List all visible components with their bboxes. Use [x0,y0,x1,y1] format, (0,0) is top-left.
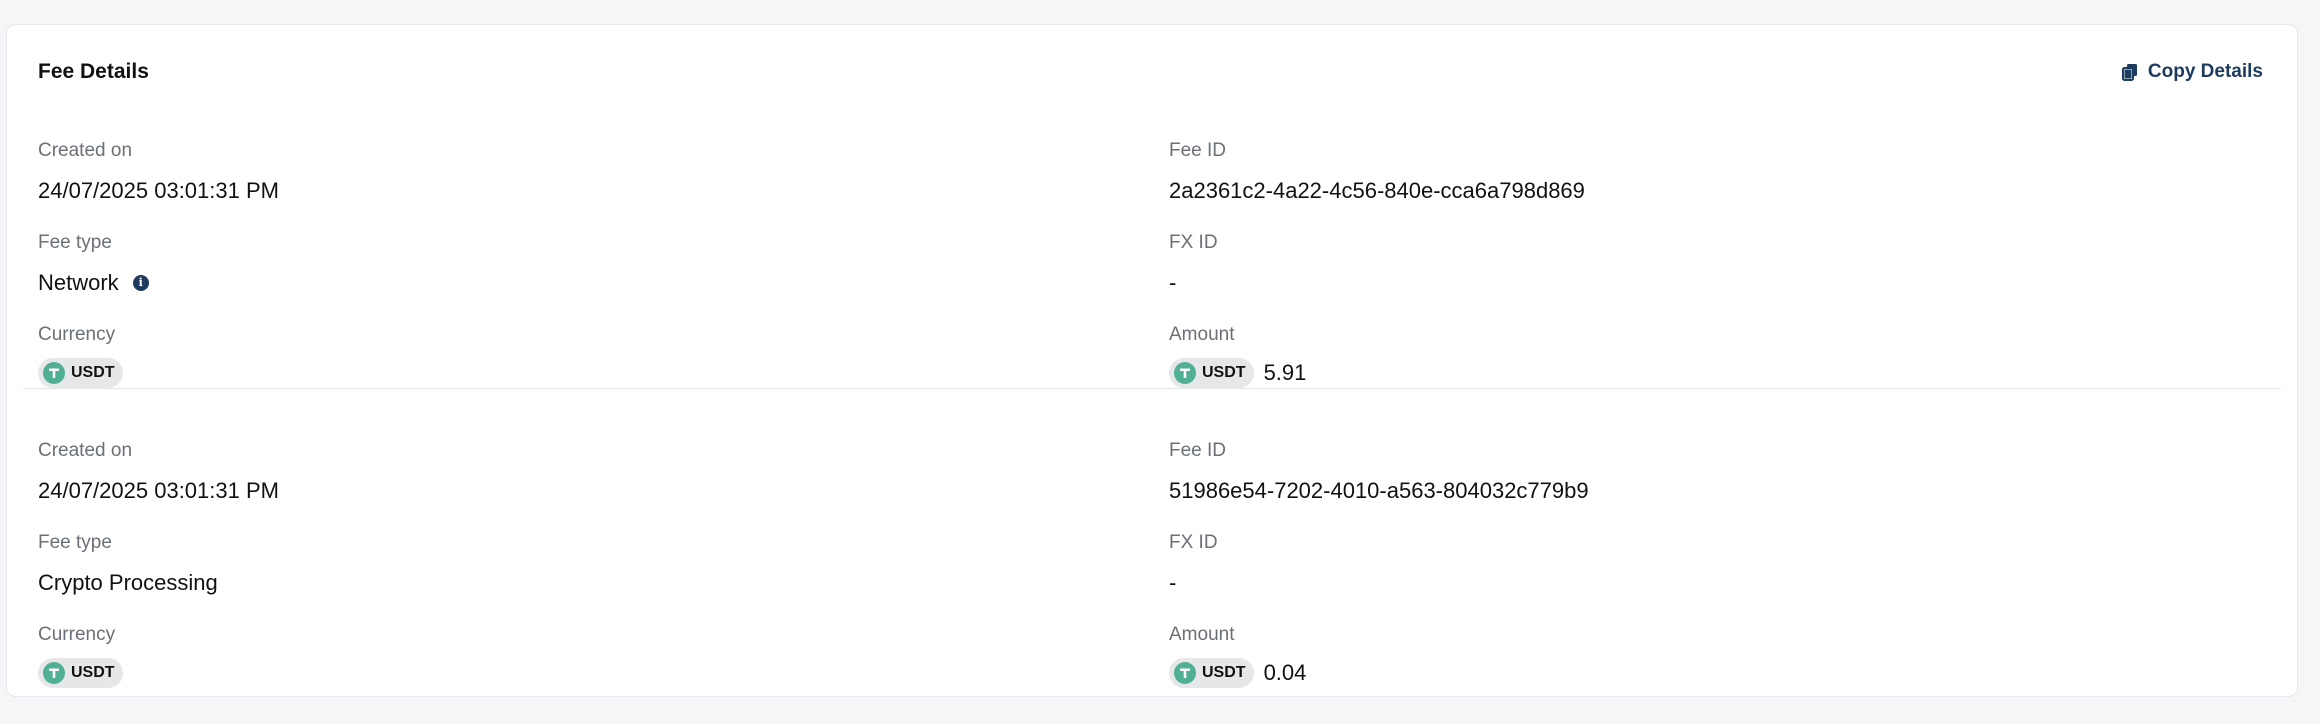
currency-field: Currency USDT [38,624,123,688]
tether-icon [43,362,65,384]
currency-label: Currency [38,624,116,645]
fee-type-value: Network [38,270,119,295]
fx-id-field: FX ID - [1169,232,1218,296]
fee-details-card: Fee Details Copy Details Created on 24/0… [6,24,2298,697]
fx-id-value: - [1169,570,1177,595]
card-header: Fee Details Copy Details [7,25,2297,97]
created-on-label: Created on [38,440,133,461]
created-on-value: 24/07/2025 03:01:31 PM [38,178,279,203]
fx-id-label: FX ID [1169,532,1218,553]
currency-badge: USDT [38,358,123,388]
fee-id-field: Fee ID 2a2361c2-4a22-4c56-840e-cca6a798d… [1169,140,1585,204]
amount-currency-badge: USDT [1169,658,1254,688]
amount-value: 5.91 [1263,360,1307,385]
amount-label: Amount [1169,324,1235,345]
currency-badge: USDT [38,658,123,688]
page-title: Fee Details [38,60,149,83]
amount-currency-code: USDT [1202,664,1246,681]
fx-id-value: - [1169,270,1177,295]
created-on-field: Created on 24/07/2025 03:01:31 PM [38,140,279,204]
currency-code: USDT [71,664,115,681]
amount-label: Amount [1169,624,1235,645]
created-on-value: 24/07/2025 03:01:31 PM [38,478,279,503]
fee-id-value: 51986e54-7202-4010-a563-804032c779b9 [1169,478,1589,503]
fee-type-row: Crypto Processing [38,570,218,596]
fx-id-label: FX ID [1169,232,1218,253]
fee-divider [23,388,2281,389]
copy-icon [2121,63,2138,81]
fee-item: Created on 24/07/2025 03:01:31 PM Fee ID… [7,97,2297,397]
currency-label: Currency [38,324,116,345]
tether-icon [1174,362,1196,384]
copy-details-label: Copy Details [2147,61,2263,82]
tether-icon [43,662,65,684]
created-on-field: Created on 24/07/2025 03:01:31 PM [38,440,279,504]
currency-code: USDT [71,364,115,381]
amount-row: USDT 0.04 [1169,658,1306,688]
info-icon[interactable]: i [132,275,149,291]
currency-row: USDT [38,358,123,388]
fee-type-field: Fee type Crypto Processing [38,532,218,596]
created-on-label: Created on [38,140,133,161]
fee-item: Created on 24/07/2025 03:01:31 PM Fee ID… [7,397,2297,697]
copy-details-button[interactable]: Copy Details [2121,61,2263,83]
amount-value: 0.04 [1263,660,1307,685]
tether-icon [1174,662,1196,684]
fee-type-label: Fee type [38,532,112,553]
fee-id-value: 2a2361c2-4a22-4c56-840e-cca6a798d869 [1169,178,1585,203]
fee-id-label: Fee ID [1169,440,1227,461]
amount-row: USDT 5.91 [1169,358,1306,388]
fee-type-field: Fee type Network i [38,232,149,296]
amount-field: Amount USDT 5.91 [1169,324,1306,388]
amount-currency-code: USDT [1202,364,1246,381]
amount-currency-badge: USDT [1169,358,1254,388]
fx-id-field: FX ID - [1169,532,1218,596]
currency-field: Currency USDT [38,324,123,388]
currency-row: USDT [38,658,123,688]
fee-id-label: Fee ID [1169,140,1227,161]
amount-field: Amount USDT 0.04 [1169,624,1306,688]
fee-type-row: Network i [38,270,149,296]
fee-type-label: Fee type [38,232,112,253]
fee-id-field: Fee ID 51986e54-7202-4010-a563-804032c77… [1169,440,1589,504]
fee-type-value: Crypto Processing [38,570,218,595]
